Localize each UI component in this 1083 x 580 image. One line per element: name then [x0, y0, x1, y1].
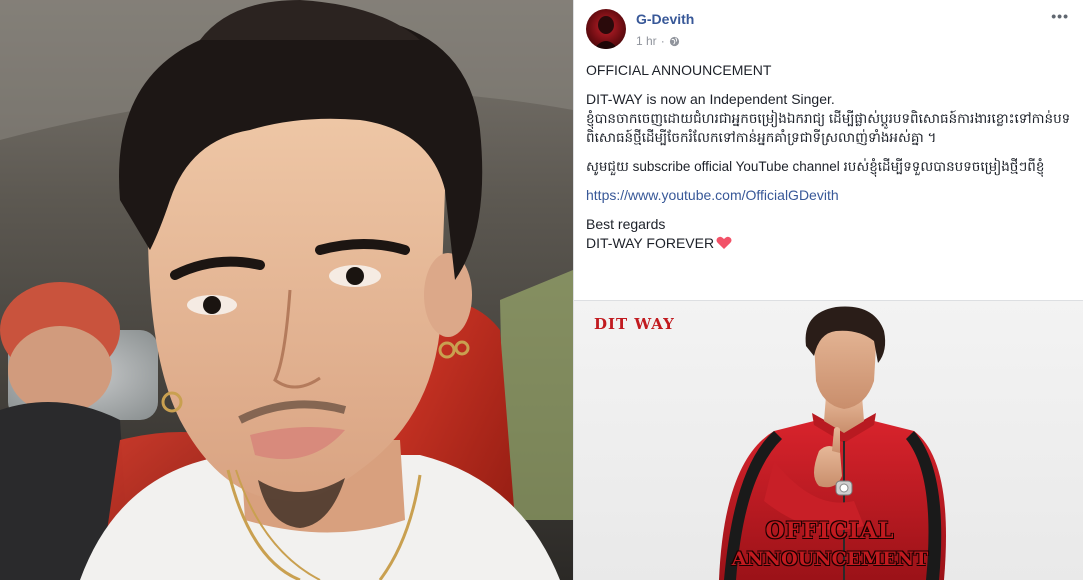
more-options-icon[interactable]: •••: [1051, 8, 1069, 24]
announcement-image[interactable]: DIT WAY OFFICIAL ANNOUNCEMENT: [574, 301, 1083, 580]
announcement-title-graphic: OFFICIAL ANNOUNCEMENT: [714, 517, 946, 573]
sign-off-text: DIT-WAY FOREVER: [586, 235, 715, 251]
sign-off-line: DIT-WAY FOREVER: [586, 234, 1071, 253]
khmer-paragraph: ខ្ញុំបានចាកចេញដោយជំហរជាអ្នកចម្រៀងឯករាជ្យ…: [586, 111, 1071, 145]
title-line-announcement: ANNOUNCEMENT: [731, 548, 929, 570]
subscribe-paragraph: សូមជួយ subscribe official YouTube channe…: [586, 159, 1045, 174]
title-line-official: OFFICIAL: [765, 518, 895, 544]
post-time[interactable]: 1 hr: [636, 34, 657, 48]
author-name[interactable]: G-Devith: [636, 11, 694, 27]
announcement-title: OFFICIAL ANNOUNCEMENT: [586, 62, 772, 78]
meta-separator: ·: [660, 34, 665, 48]
post-meta: 1 hr ·: [636, 34, 680, 48]
youtube-link[interactable]: https://www.youtube.com/OfficialGDevith: [586, 187, 839, 203]
heart-icon: [716, 236, 732, 250]
regards-line: Best regards: [586, 216, 666, 232]
selfie-photo: [0, 0, 573, 580]
facebook-post: G-Devith 1 hr · ••• OFFICIAL ANNOUNCEMEN…: [574, 0, 1083, 300]
globe-icon[interactable]: [669, 36, 680, 47]
author-avatar[interactable]: [586, 9, 626, 49]
post-text: OFFICIAL ANNOUNCEMENT DIT-WAY is now an …: [586, 61, 1071, 253]
dit-way-logo: DIT WAY: [594, 315, 675, 333]
screenshot-canvas: G-Devith 1 hr · ••• OFFICIAL ANNOUNCEMEN…: [0, 0, 1083, 580]
independent-line: DIT-WAY is now an Independent Singer.: [586, 91, 835, 107]
